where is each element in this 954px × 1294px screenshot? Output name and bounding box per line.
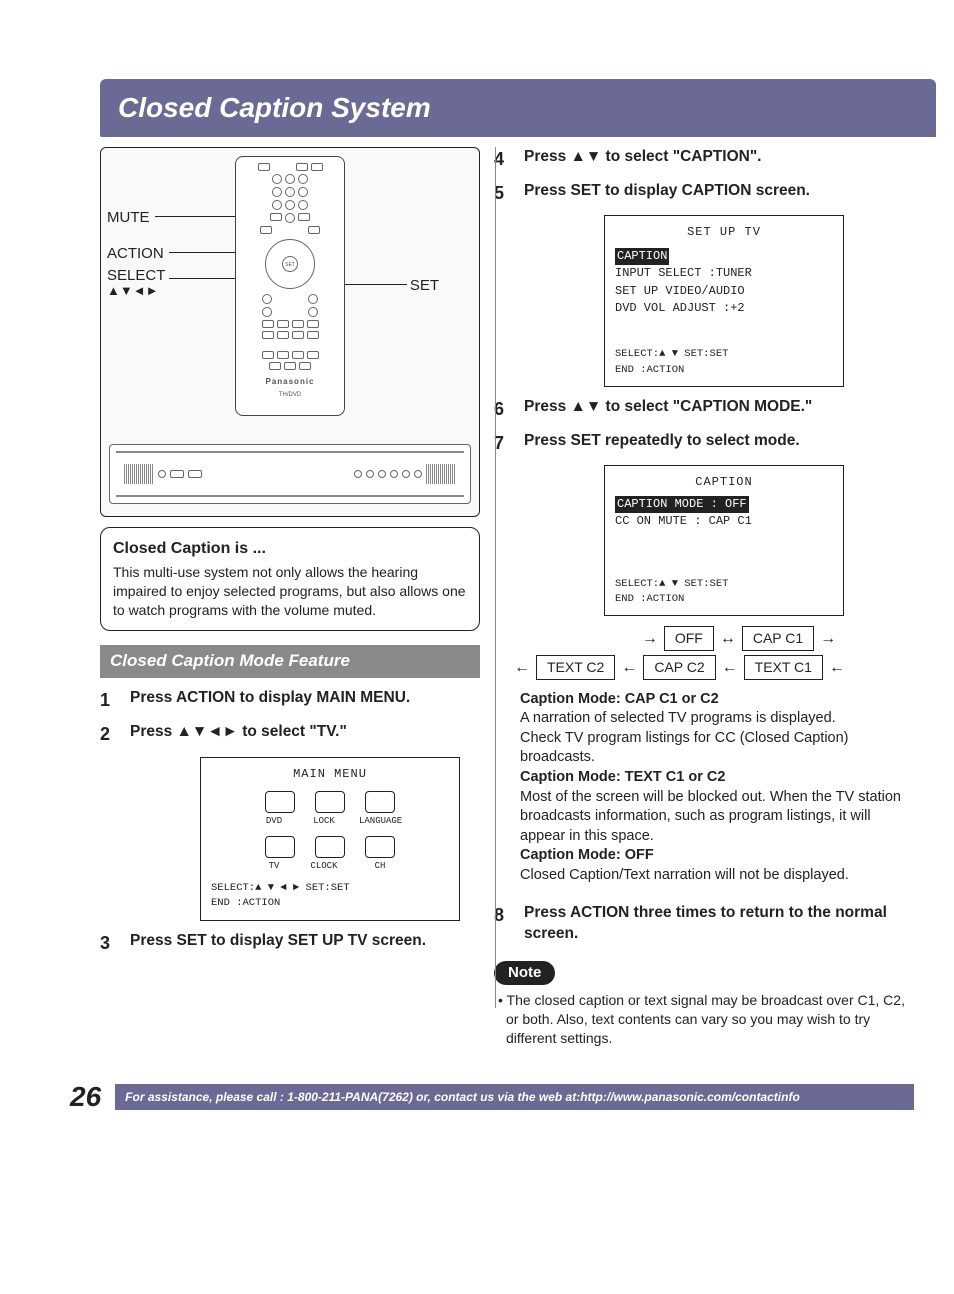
info-box-body: This multi-use system not only allows th… xyxy=(113,563,467,620)
mode-body: A narration of selected TV programs is d… xyxy=(520,709,914,729)
menu-icon-tv xyxy=(265,836,295,858)
mode-body: Closed Caption/Text narration will not b… xyxy=(520,866,914,886)
remote-illustration: MUTE ACTION SELECT ▲▼◄► SET SET xyxy=(100,147,480,517)
step-num: 6 xyxy=(494,397,514,421)
remote-brand: Panasonic xyxy=(242,377,338,388)
step-num: 7 xyxy=(494,431,514,455)
arrow-left-right-icon: ↔ xyxy=(720,628,736,650)
osd-title: CAPTION xyxy=(615,474,833,491)
step-8: 8 Press ACTION three times to return to … xyxy=(494,903,914,945)
mode-text-title: Caption Mode: TEXT C1 or C2 xyxy=(520,768,914,788)
menu-label: CLOCK xyxy=(309,860,339,873)
step-4: 4 Press ▲▼ to select "CAPTION". xyxy=(494,147,914,171)
arrow-left-icon: ← xyxy=(621,657,637,679)
osd-caption: CAPTION CAPTION MODE : OFF CC ON MUTE : … xyxy=(604,465,844,616)
page-title: Closed Caption System xyxy=(100,79,936,137)
caption-mode-flow: → OFF ↔ CAP C1 → ← TEXT C2 ← CAP C2 ← TE… xyxy=(514,626,914,680)
info-box-title: Closed Caption is ... xyxy=(113,538,467,560)
osd-hint: END :ACTION xyxy=(615,363,833,378)
flow-capc2: CAP C2 xyxy=(643,655,715,680)
callout-mute: MUTE xyxy=(107,208,150,228)
mode-body: Check TV program listings for CC (Closed… xyxy=(520,729,914,768)
step-num: 2 xyxy=(100,722,120,746)
osd-title: MAIN MENU xyxy=(211,766,449,783)
closed-caption-is-box: Closed Caption is ... This multi-use sys… xyxy=(100,527,480,631)
step-5: 5 Press SET to display CAPTION screen. xyxy=(494,181,914,205)
remote-body: SET Panasonic TH/DVD xyxy=(235,156,345,416)
step-text: Press ▲▼ to select "CAPTION". xyxy=(524,147,761,171)
osd-set-up-tv: SET UP TV CAPTION INPUT SELECT :TUNER SE… xyxy=(604,215,844,386)
dvd-deck xyxy=(109,444,471,504)
flow-textc2: TEXT C2 xyxy=(536,655,615,680)
menu-label: TV xyxy=(259,860,289,873)
menu-label: LANGUAGE xyxy=(359,815,401,828)
section-closed-caption-mode: Closed Caption Mode Feature xyxy=(100,645,480,678)
mode-off-title: Caption Mode: OFF xyxy=(520,846,914,866)
osd-hint: SELECT:▲ ▼ ◄ ► SET:SET xyxy=(211,881,449,896)
callout-action: ACTION xyxy=(107,244,164,264)
page-number: 26 xyxy=(70,1078,101,1116)
step-1: 1 Press ACTION to display MAIN MENU. xyxy=(100,688,480,712)
flow-textc1: TEXT C1 xyxy=(744,655,823,680)
osd-hint: END :ACTION xyxy=(211,896,449,911)
arrow-left-icon: ← xyxy=(722,657,738,679)
step-text: Press ACTION three times to return to th… xyxy=(524,903,914,945)
step-num: 3 xyxy=(100,931,120,955)
step-2: 2 Press ▲▼◄► to select "TV." xyxy=(100,722,480,746)
caption-modes-description: Caption Mode: CAP C1 or C2 A narration o… xyxy=(520,690,914,886)
osd-hint: SELECT:▲ ▼ SET:SET xyxy=(615,347,833,362)
osd-highlight: CAPTION xyxy=(615,248,669,265)
osd-highlight: CAPTION MODE : OFF xyxy=(615,496,749,513)
osd-main-menu: MAIN MENU DVD LOCK LANGUAGE TV CLOCK CH xyxy=(200,757,460,921)
menu-icon-language xyxy=(365,791,395,813)
step-text: Press SET repeatedly to select mode. xyxy=(524,431,800,455)
menu-icon-clock xyxy=(315,836,345,858)
step-num: 8 xyxy=(494,903,514,945)
osd-hint: SELECT:▲ ▼ SET:SET xyxy=(615,577,833,592)
remote-model: TH/DVD xyxy=(242,391,338,399)
menu-label: LOCK xyxy=(309,815,339,828)
step-text: Press ACTION to display MAIN MENU. xyxy=(130,688,410,712)
column-divider xyxy=(495,147,496,1008)
mode-cap-title: Caption Mode: CAP C1 or C2 xyxy=(520,690,914,710)
osd-line: SET UP VIDEO/AUDIO xyxy=(615,283,833,300)
callout-set: SET xyxy=(410,276,439,296)
osd-title: SET UP TV xyxy=(615,224,833,241)
menu-label: DVD xyxy=(259,815,289,828)
osd-hint: END :ACTION xyxy=(615,592,833,607)
osd-line: CC ON MUTE : CAP C1 xyxy=(615,513,833,530)
flow-off: OFF xyxy=(664,626,714,651)
flow-capc1: CAP C1 xyxy=(742,626,814,651)
step-text: Press ▲▼ to select "CAPTION MODE." xyxy=(524,397,812,421)
menu-icon-dvd xyxy=(265,791,295,813)
step-num: 1 xyxy=(100,688,120,712)
step-7: 7 Press SET repeatedly to select mode. xyxy=(494,431,914,455)
step-num: 5 xyxy=(494,181,514,205)
step-6: 6 Press ▲▼ to select "CAPTION MODE." xyxy=(494,397,914,421)
step-num: 4 xyxy=(494,147,514,171)
page-footer: 26 For assistance, please call : 1-800-2… xyxy=(70,1078,914,1116)
arrow-right-icon: → xyxy=(642,628,658,650)
osd-line: DVD VOL ADJUST :+2 xyxy=(615,300,833,317)
menu-icon-lock xyxy=(315,791,345,813)
note-body: • The closed caption or text signal may … xyxy=(494,991,914,1048)
step-3: 3 Press SET to display SET UP TV screen. xyxy=(100,931,480,955)
mode-body: Most of the screen will be blocked out. … xyxy=(520,788,914,847)
osd-line: INPUT SELECT :TUNER xyxy=(615,265,833,282)
menu-icon-ch xyxy=(365,836,395,858)
menu-label: CH xyxy=(359,860,401,873)
arrow-left-icon: ← xyxy=(829,657,845,679)
step-text: Press SET to display SET UP TV screen. xyxy=(130,931,426,955)
arrow-left-icon: ← xyxy=(514,657,530,679)
print-color-bars xyxy=(0,0,954,24)
arrow-right-icon: → xyxy=(820,628,836,650)
callout-arrows: ▲▼◄► xyxy=(107,282,158,300)
step-text: Press SET to display CAPTION screen. xyxy=(524,181,810,205)
footer-assistance: For assistance, please call : 1-800-211-… xyxy=(115,1084,914,1110)
step-text: Press ▲▼◄► to select "TV." xyxy=(130,722,347,746)
note-label: Note xyxy=(494,961,555,985)
